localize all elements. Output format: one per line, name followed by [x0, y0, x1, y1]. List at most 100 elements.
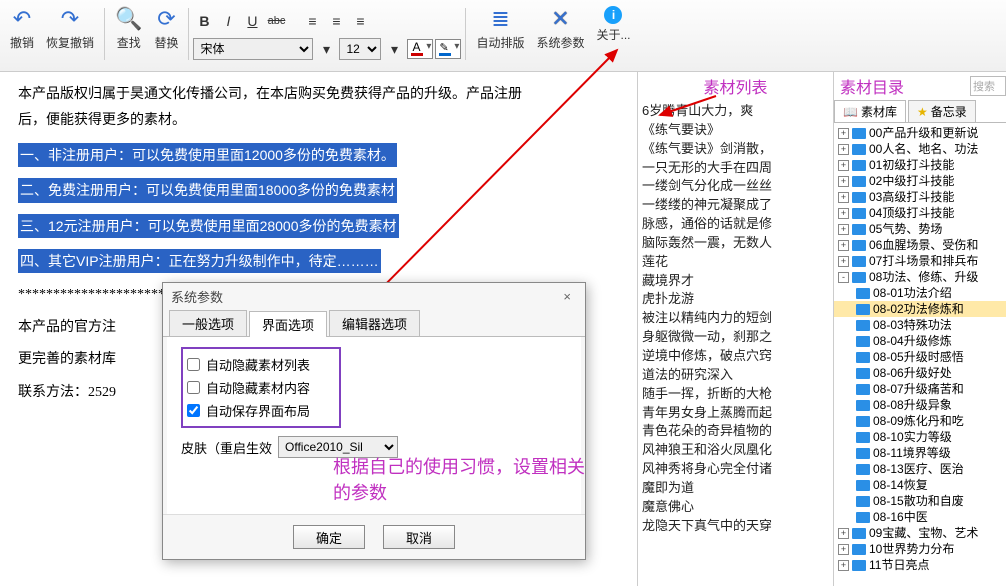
- redo-button[interactable]: ↷恢复撤销: [40, 4, 100, 53]
- tree-node[interactable]: 08-05升级时感悟: [834, 349, 1006, 365]
- italic-button[interactable]: I: [217, 10, 239, 32]
- list-item[interactable]: 道法的研究深入: [642, 366, 829, 385]
- font-dropdown-icon[interactable]: ▾: [315, 38, 337, 60]
- chk-autohide-content[interactable]: [187, 381, 200, 394]
- bold-button[interactable]: B: [193, 10, 215, 32]
- folder-icon: [856, 416, 870, 427]
- list-item[interactable]: 《练气要诀》: [642, 121, 829, 140]
- tree-twisty-icon[interactable]: +: [838, 528, 849, 539]
- find-button[interactable]: 🔍查找: [109, 4, 148, 53]
- list-item[interactable]: 脑际轰然一震，无数人: [642, 234, 829, 253]
- undo-button[interactable]: ↶撤销: [4, 4, 40, 53]
- tab-editor[interactable]: 编辑器选项: [329, 310, 420, 336]
- tree-node[interactable]: 08-03特殊功法: [834, 317, 1006, 333]
- list-item[interactable]: 青色花朵的奇异植物的: [642, 422, 829, 441]
- tree-node[interactable]: 08-02功法修炼和: [834, 301, 1006, 317]
- list-item[interactable]: 6岁腾青山大力，爽: [642, 102, 829, 121]
- chk-autosave-layout[interactable]: [187, 404, 200, 417]
- tree-twisty-icon[interactable]: +: [838, 560, 849, 571]
- system-params-button[interactable]: ✕系统参数: [530, 4, 590, 53]
- list-item[interactable]: 身躯微微一动，刹那之: [642, 328, 829, 347]
- tree-node[interactable]: 08-13医疗、医治: [834, 461, 1006, 477]
- dialog-titlebar[interactable]: 系统参数 ×: [163, 283, 585, 310]
- align-left-button[interactable]: ≡: [301, 10, 323, 32]
- list-item[interactable]: 魔即为道: [642, 479, 829, 498]
- font-name-combo[interactable]: 宋体: [193, 38, 313, 60]
- list-item[interactable]: 一缕剑气分化成一丝丝: [642, 177, 829, 196]
- tree-node[interactable]: 08-09炼化丹和吃: [834, 413, 1006, 429]
- align-center-button[interactable]: ≡: [325, 10, 347, 32]
- strike-button[interactable]: abc: [265, 10, 287, 32]
- list-item[interactable]: 《练气要诀》剑消散，: [642, 140, 829, 159]
- chk-autohide-list[interactable]: [187, 358, 200, 371]
- list-item[interactable]: 虎扑龙游: [642, 290, 829, 309]
- close-icon[interactable]: ×: [557, 289, 577, 304]
- font-size-combo[interactable]: 12: [339, 38, 381, 60]
- tree-node[interactable]: +09宝藏、宝物、艺术: [834, 525, 1006, 541]
- tree-node[interactable]: 08-06升级好处: [834, 365, 1006, 381]
- align-right-button[interactable]: ≡: [349, 10, 371, 32]
- list-item[interactable]: 藏境界才: [642, 272, 829, 291]
- list-item[interactable]: 魔意佛心: [642, 498, 829, 517]
- search-input[interactable]: 搜索: [970, 76, 1006, 96]
- tree-node[interactable]: 08-16中医: [834, 509, 1006, 525]
- tab-ui[interactable]: 界面选项: [249, 311, 327, 337]
- tree-node[interactable]: +11节日亮点: [834, 557, 1006, 573]
- list-item[interactable]: 脉感，通俗的话就是修: [642, 215, 829, 234]
- tree-node[interactable]: +06血腥场景、受伤和: [834, 237, 1006, 253]
- tree-node[interactable]: +05气势、势场: [834, 221, 1006, 237]
- tree-node[interactable]: 08-07升级痛苦和: [834, 381, 1006, 397]
- list-item[interactable]: 青年男女身上蒸腾而起: [642, 404, 829, 423]
- list-item[interactable]: 龙隐天下真气中的天穿: [642, 517, 829, 536]
- tree-node[interactable]: +00人名、地名、功法: [834, 141, 1006, 157]
- tree-twisty-icon[interactable]: +: [838, 240, 849, 251]
- tree-node[interactable]: 08-14恢复: [834, 477, 1006, 493]
- about-button[interactable]: i关于...: [590, 4, 636, 45]
- tree-twisty-icon[interactable]: -: [838, 272, 849, 283]
- size-dropdown-icon[interactable]: ▾: [383, 38, 405, 60]
- tree-twisty-icon[interactable]: +: [838, 176, 849, 187]
- tab-general[interactable]: 一般选项: [169, 310, 247, 336]
- replace-button[interactable]: ⟳替换: [148, 4, 184, 53]
- auto-layout-button[interactable]: ≣自动排版: [470, 4, 530, 53]
- cancel-button[interactable]: 取消: [383, 525, 455, 549]
- ok-button[interactable]: 确定: [293, 525, 365, 549]
- list-item[interactable]: 随手一挥，折断的大枪: [642, 385, 829, 404]
- list-item[interactable]: 一只无形的大手在四周: [642, 159, 829, 178]
- font-color-button[interactable]: A: [407, 39, 433, 59]
- tree-twisty-icon[interactable]: +: [838, 160, 849, 171]
- list-item[interactable]: 一缕缕的神元凝聚成了: [642, 196, 829, 215]
- list-item[interactable]: 风神狼王和浴火凤凰化: [642, 441, 829, 460]
- highlight-color-button[interactable]: ✎: [435, 39, 461, 59]
- list-item[interactable]: 被注以精纯内力的短剑: [642, 309, 829, 328]
- tree-node[interactable]: 08-01功法介绍: [834, 285, 1006, 301]
- tree-twisty-icon[interactable]: +: [838, 144, 849, 155]
- tree-twisty-icon[interactable]: +: [838, 128, 849, 139]
- tree-node[interactable]: +10世界势力分布: [834, 541, 1006, 557]
- tree-twisty-icon[interactable]: +: [838, 192, 849, 203]
- list-item[interactable]: 逆境中修炼，破点穴窍: [642, 347, 829, 366]
- tab-memo[interactable]: ★备忘录: [908, 100, 976, 122]
- tree-node[interactable]: +01初级打斗技能: [834, 157, 1006, 173]
- tab-material-lib[interactable]: 📖素材库: [834, 100, 906, 122]
- tree-node[interactable]: +07打斗场景和排兵布: [834, 253, 1006, 269]
- list-item[interactable]: 风神秀将身心完全付诸: [642, 460, 829, 479]
- list-item[interactable]: 莲花: [642, 253, 829, 272]
- material-list[interactable]: 6岁腾青山大力，爽《练气要诀》《练气要诀》剑消散，一只无形的大手在四周一缕剑气分…: [638, 100, 833, 586]
- tree-node[interactable]: +02中级打斗技能: [834, 173, 1006, 189]
- underline-button[interactable]: U: [241, 10, 263, 32]
- tree-twisty-icon[interactable]: +: [838, 224, 849, 235]
- tree-node[interactable]: +04顶级打斗技能: [834, 205, 1006, 221]
- tree-node[interactable]: 08-15散功和自废: [834, 493, 1006, 509]
- tree-node[interactable]: 08-11境界等级: [834, 445, 1006, 461]
- material-tree[interactable]: +00产品升级和更新说+00人名、地名、功法+01初级打斗技能+02中级打斗技能…: [834, 123, 1006, 586]
- tree-node[interactable]: 08-10实力等级: [834, 429, 1006, 445]
- tree-twisty-icon[interactable]: +: [838, 544, 849, 555]
- tree-node[interactable]: +03高级打斗技能: [834, 189, 1006, 205]
- tree-twisty-icon[interactable]: +: [838, 208, 849, 219]
- tree-node[interactable]: 08-04升级修炼: [834, 333, 1006, 349]
- tree-node[interactable]: -08功法、修练、升级: [834, 269, 1006, 285]
- tree-twisty-icon[interactable]: +: [838, 256, 849, 267]
- tree-node[interactable]: 08-08升级异象: [834, 397, 1006, 413]
- tree-node[interactable]: +00产品升级和更新说: [834, 125, 1006, 141]
